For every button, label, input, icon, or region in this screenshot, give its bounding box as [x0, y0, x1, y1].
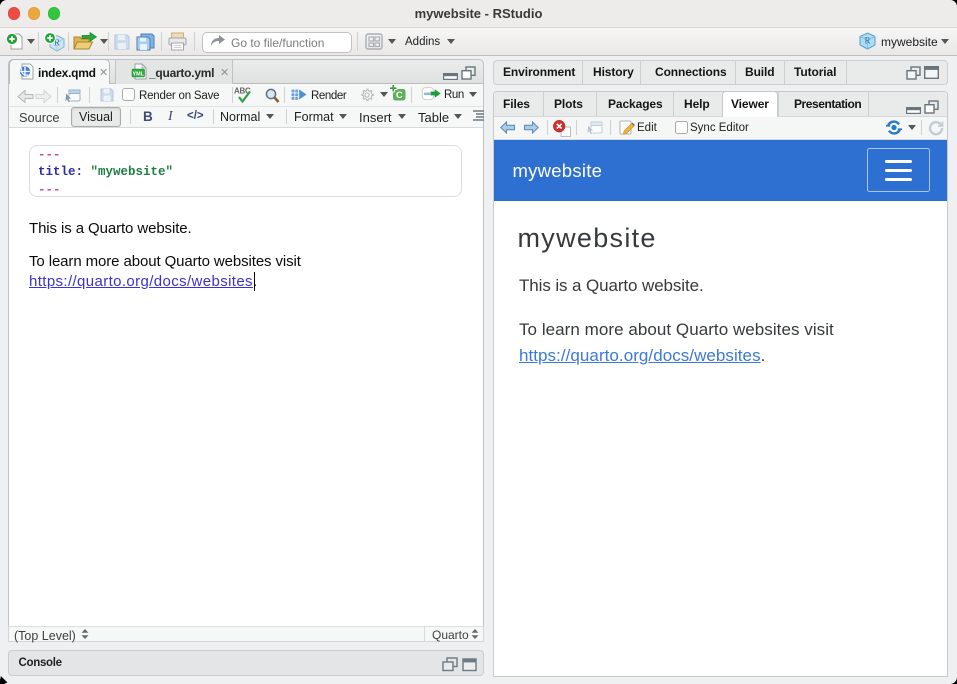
svg-text:R: R: [864, 36, 870, 46]
svg-text:YML: YML: [133, 71, 145, 77]
svg-text:C: C: [396, 90, 403, 101]
